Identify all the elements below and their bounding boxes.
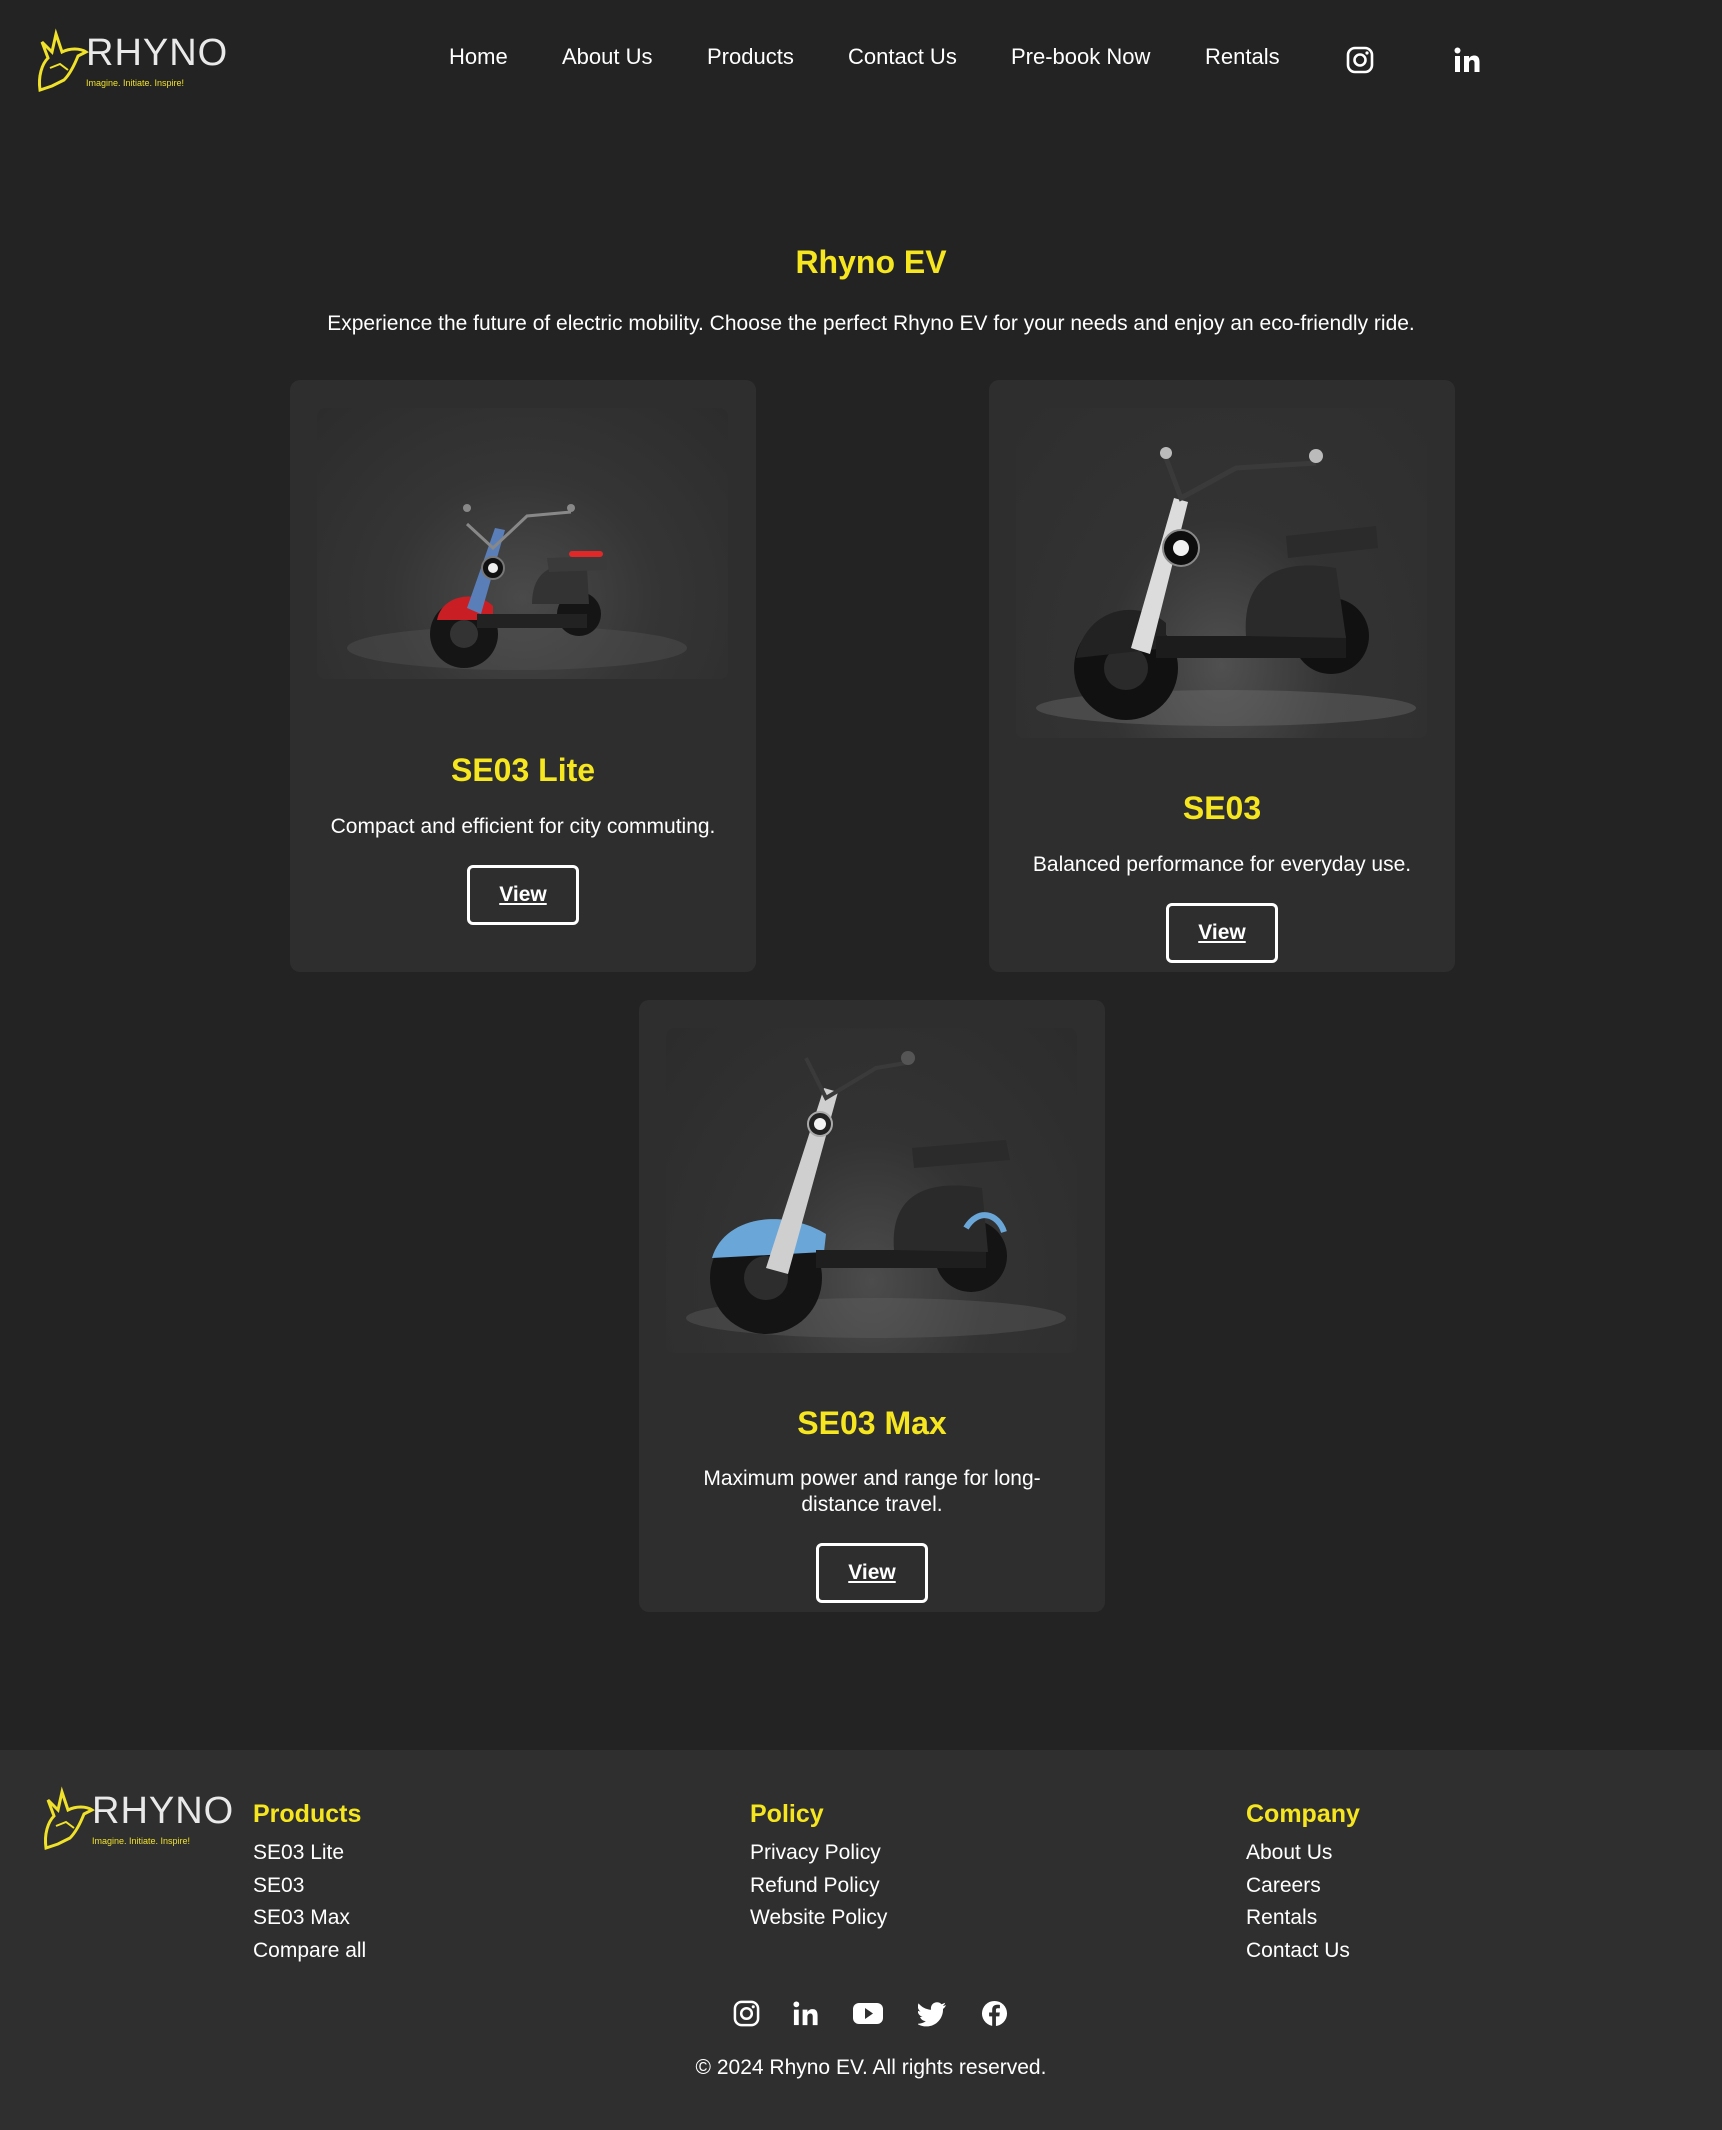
nav-rentals[interactable]: Rentals — [1205, 44, 1280, 70]
footer-link-careers[interactable]: Careers — [1246, 1870, 1360, 1903]
rhino-logo-icon — [44, 1786, 95, 1850]
footer-link-about-us[interactable]: About Us — [1246, 1837, 1360, 1870]
linkedin-icon[interactable] — [1453, 46, 1481, 79]
footer-link-privacy-policy[interactable]: Privacy Policy — [750, 1837, 887, 1870]
site-footer: RHYNO Imagine. Initiate. Inspire! Produc… — [0, 1750, 1722, 2130]
product-name: SE03 Max — [797, 1405, 947, 1441]
footer-column-policy: Policy Privacy Policy Refund Policy Webs… — [750, 1800, 887, 1935]
brand-tagline: Imagine. Initiate. Inspire! — [86, 78, 185, 88]
nav-contact-us[interactable]: Contact Us — [848, 44, 957, 70]
page-title: Rhyno EV — [795, 244, 947, 280]
product-name: SE03 Lite — [450, 752, 596, 788]
view-button-se03[interactable]: View — [1166, 903, 1278, 963]
footer-link-refund-policy[interactable]: Refund Policy — [750, 1870, 887, 1903]
nav-home[interactable]: Home — [449, 44, 508, 70]
product-image — [1016, 408, 1427, 738]
nav-pre-book-now[interactable]: Pre-book Now — [1011, 44, 1150, 70]
product-name: SE03 — [1182, 790, 1262, 826]
footer-heading: Policy — [750, 1800, 824, 1828]
footer-link-rentals[interactable]: Rentals — [1246, 1902, 1360, 1935]
footer-brand-logo[interactable]: RHYNO Imagine. Initiate. Inspire! — [40, 1786, 233, 1856]
facebook-icon[interactable] — [981, 2000, 1008, 2032]
footer-link-se03[interactable]: SE03 — [253, 1870, 366, 1903]
footer-link-website-policy[interactable]: Website Policy — [750, 1902, 887, 1935]
product-image — [666, 1028, 1077, 1353]
instagram-icon[interactable] — [733, 2000, 760, 2032]
footer-column-company: Company About Us Careers Rentals Contact… — [1246, 1800, 1360, 1967]
footer-link-se03-max[interactable]: SE03 Max — [253, 1902, 366, 1935]
youtube-icon[interactable] — [852, 2000, 884, 2032]
product-description: Compact and efficient for city commuting… — [330, 815, 716, 838]
product-image — [317, 408, 728, 679]
brand-wordmark: RHYNO — [92, 1790, 235, 1832]
view-button-se03-lite[interactable]: View — [467, 865, 579, 925]
product-card-se03-lite: SE03 Lite Compact and efficient for city… — [290, 380, 756, 972]
footer-column-products: Products SE03 Lite SE03 SE03 Max Compare… — [253, 1800, 366, 1967]
instagram-icon[interactable] — [1346, 46, 1374, 79]
page-subtitle: Experience the future of electric mobili… — [327, 312, 1415, 335]
footer-heading: Company — [1246, 1800, 1360, 1828]
site-header: RHYNO Imagine. Initiate. Inspire! Home A… — [0, 0, 1722, 120]
twitter-icon[interactable] — [916, 2000, 947, 2032]
nav-products[interactable]: Products — [707, 44, 794, 70]
product-card-se03-max: SE03 Max Maximum power and range for lon… — [639, 1000, 1105, 1612]
view-button-se03-max[interactable]: View — [816, 1543, 928, 1603]
product-description: Maximum power and range for long-distanc… — [703, 1467, 1041, 1516]
footer-heading: Products — [253, 1800, 362, 1828]
product-description: Balanced performance for everyday use. — [1032, 853, 1412, 876]
linkedin-icon[interactable] — [792, 2000, 819, 2032]
copyright-text: © 2024 Rhyno EV. All rights reserved. — [695, 2056, 1047, 2079]
brand-tagline: Imagine. Initiate. Inspire! — [92, 1836, 191, 1846]
product-card-se03: SE03 Balanced performance for everyday u… — [989, 380, 1455, 972]
footer-link-compare-all[interactable]: Compare all — [253, 1935, 366, 1968]
footer-link-contact-us[interactable]: Contact Us — [1246, 1935, 1360, 1968]
footer-link-se03-lite[interactable]: SE03 Lite — [253, 1837, 366, 1870]
nav-about-us[interactable]: About Us — [562, 44, 653, 70]
